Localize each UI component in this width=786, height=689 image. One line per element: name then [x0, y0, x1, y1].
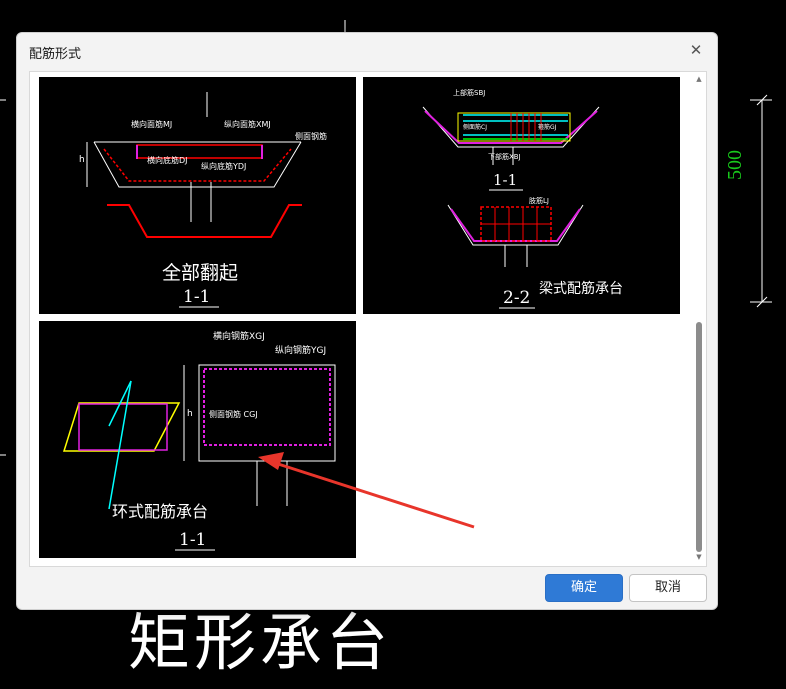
section-1-1-ring: 1-1 [179, 530, 206, 550]
option-beam-type[interactable]: 上部筋SBJ 下部筋XBJ 侧面筋CJ 箍筋GJ 1-1 肢筋LJ 2-2 梁式… [363, 77, 680, 314]
close-icon[interactable]: ✕ [685, 39, 707, 61]
options-panel: 横向面筋MJ 纵向面筋XMJ 横向底筋DJ 纵向底筋YDJ 侧面钢筋 h 全部翻… [29, 71, 707, 567]
label-h-ring: h [187, 409, 193, 419]
label-leg-bar: 肢筋LJ [529, 196, 549, 205]
scroll-down-icon[interactable]: ▼ [694, 552, 704, 562]
ok-button[interactable]: 确定 [545, 574, 623, 602]
section-1-1: 1-1 [183, 287, 210, 307]
scroll-up-icon[interactable]: ▲ [694, 74, 704, 84]
label-side-bar: 侧面筋CJ [463, 123, 487, 131]
label-transverse-bar: 横向钢筋XGJ [213, 330, 265, 342]
caption-ring-type: 环式配筋承台 [112, 502, 208, 521]
caption-full-bent-up: 全部翻起 [162, 262, 238, 284]
label-top-transverse: 横向面筋MJ [131, 119, 172, 129]
label-longitudinal-bar: 纵向钢筋YGJ [275, 344, 326, 356]
label-ring-side-bar: 侧面钢筋 CGJ [209, 409, 258, 419]
label-top-longitudinal: 纵向面筋XMJ [224, 119, 271, 129]
label-stirrup: 箍筋GJ [538, 123, 557, 131]
dialog-title: 配筋形式 [29, 47, 82, 62]
section-2-2: 2-2 [503, 288, 530, 308]
caption-beam-type: 梁式配筋承台 [539, 280, 623, 297]
dimension-label: 500 [724, 150, 746, 180]
rebar-form-dialog: 配筋形式 ✕ 横向面筋MJ 纵向面筋XMJ 横向底筋DJ 纵向底筋YDJ 侧面钢… [16, 32, 718, 610]
label-bottom-bar: 下部筋XBJ [488, 152, 521, 161]
scrollbar-thumb[interactable] [696, 322, 702, 552]
beam-type-drawing: 上部筋SBJ 下部筋XBJ 侧面筋CJ 箍筋GJ 1-1 肢筋LJ 2-2 梁式… [422, 88, 623, 309]
ring-type-drawing: 横向钢筋XGJ 纵向钢筋YGJ 侧面钢筋 CGJ h 环式配筋承台 1-1 [62, 330, 336, 551]
cancel-button[interactable]: 取消 [629, 574, 707, 602]
label-bottom-longitudinal: 纵向底筋YDJ [201, 161, 246, 171]
label-top-bar: 上部筋SBJ [453, 88, 485, 97]
vertical-scrollbar[interactable]: ▲ ▼ [694, 74, 704, 562]
section-1-1-top: 1-1 [493, 171, 517, 189]
option-full-bent-up[interactable]: 横向面筋MJ 纵向面筋XMJ 横向底筋DJ 纵向底筋YDJ 侧面钢筋 h 全部翻… [39, 77, 356, 314]
option-ring-type[interactable]: 横向钢筋XGJ 纵向钢筋YGJ 侧面钢筋 CGJ h 环式配筋承台 1-1 [39, 321, 356, 558]
label-h: h [79, 155, 85, 165]
full-bent-up-drawing: 横向面筋MJ 纵向面筋XMJ 横向底筋DJ 纵向底筋YDJ 侧面钢筋 h 全部翻… [79, 92, 327, 308]
label-bottom-transverse: 横向底筋DJ [147, 155, 188, 165]
label-side-rebar: 侧面钢筋 [295, 131, 327, 141]
